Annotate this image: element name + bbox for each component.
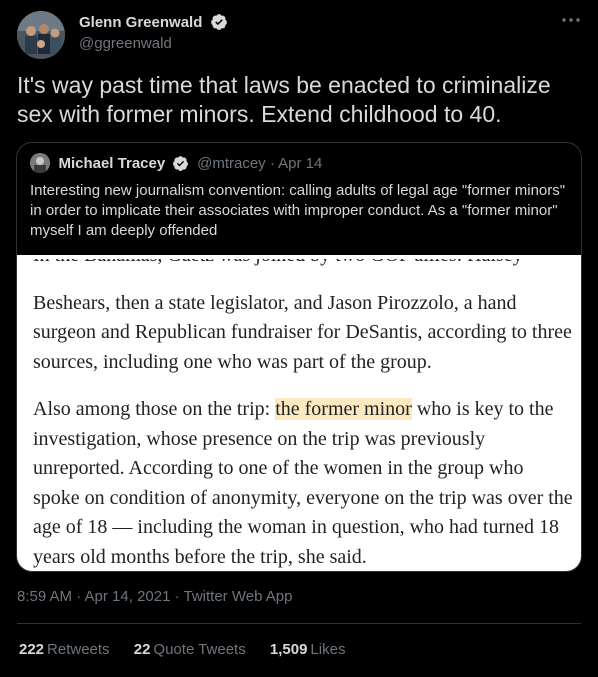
retweets-stat[interactable]: 222 Retweets: [19, 641, 110, 658]
tweet-stats: 222 Retweets 22 Quote Tweets 1,509 Likes: [19, 641, 365, 658]
quoted-avatar-photo-icon: [30, 153, 50, 173]
tweet-text: It's way past time that laws be enacted …: [17, 72, 551, 127]
avatar[interactable]: [17, 11, 65, 59]
likes-count: 1,509: [269, 641, 308, 658]
author-display-name[interactable]: Glenn Greenwald: [79, 14, 202, 31]
tweet-header: Glenn Greenwald @ggreenwald: [17, 11, 581, 59]
article-excerpt: In the Bahamas, Gaetz was joined by two …: [33, 255, 573, 571]
article-text-before: Also among those on the trip:: [33, 398, 276, 420]
retweets-count: 222: [19, 641, 45, 658]
quoted-handle-date: @mtracey · Apr 14: [197, 154, 323, 172]
quoted-tweet[interactable]: Michael Tracey @mtracey · Apr 14 Interes…: [16, 142, 582, 572]
quoted-tweet-header: Michael Tracey @mtracey · Apr 14: [30, 153, 322, 173]
divider: [17, 623, 581, 624]
article-paragraph-1: Beshears, then a state legislator, and J…: [33, 291, 572, 373]
more-options-icon[interactable]: [561, 17, 581, 23]
tweet-timestamp[interactable]: 8:59 AM · Apr 14, 2021 · Twitter Web App: [17, 588, 292, 605]
article-screenshot-image[interactable]: In the Bahamas, Gaetz was joined by two …: [17, 255, 581, 571]
quoted-tweet-text: Interesting new journalism convention: c…: [30, 182, 566, 239]
verified-badge-icon: [210, 14, 227, 30]
highlighted-phrase: the former minor: [275, 398, 412, 420]
quoted-verified-badge-icon: [172, 155, 188, 171]
quote-tweets-label: Quote Tweets: [153, 641, 246, 658]
article-paragraph-2: Also among those on the trip: the former…: [33, 395, 573, 571]
author-handle[interactable]: @ggreenwald: [79, 35, 228, 52]
avatar-photo-icon: [17, 11, 65, 59]
likes-label: Likes: [310, 641, 346, 658]
quote-tweets-stat[interactable]: 22 Quote Tweets: [134, 641, 246, 658]
likes-stat[interactable]: 1,509 Likes: [270, 641, 346, 658]
quote-tweets-count: 22: [133, 641, 151, 658]
image-crop-edge: [17, 255, 581, 259]
article-text-after: who is key to the investigation, whose p…: [33, 398, 573, 568]
quoted-display-name: Michael Tracey: [58, 154, 166, 172]
retweets-label: Retweets: [47, 641, 110, 658]
quoted-avatar: [30, 153, 50, 173]
